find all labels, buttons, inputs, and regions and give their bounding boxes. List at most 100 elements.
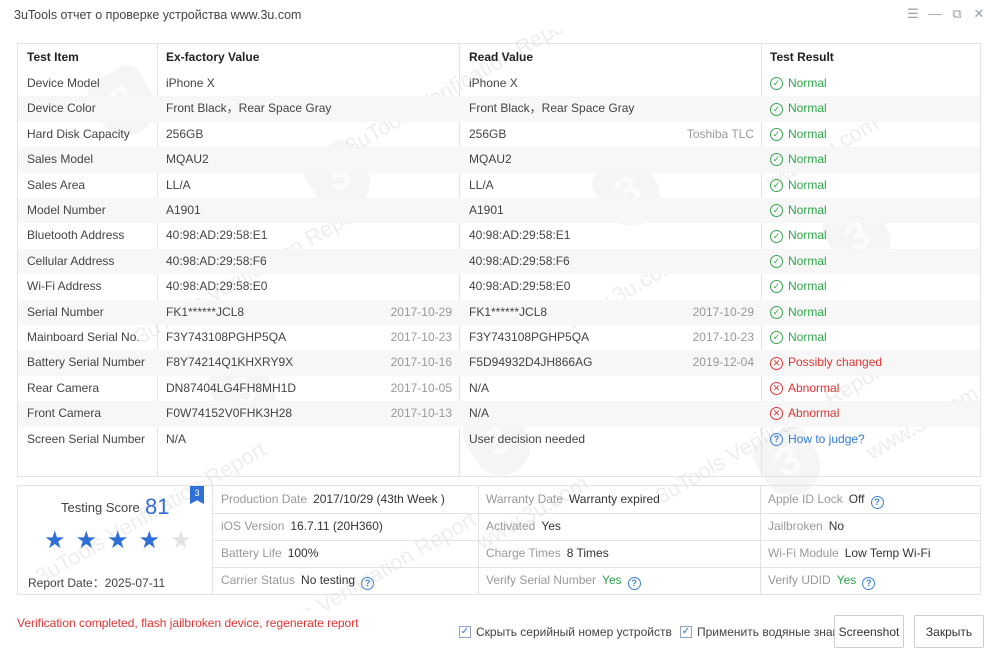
apply-watermark-label: Применить водяные знаки	[697, 625, 845, 639]
help-icon[interactable]: ?	[862, 577, 876, 590]
read-value-extra	[640, 427, 754, 452]
close-button[interactable]: Закрыть	[914, 615, 984, 648]
apply-watermark-checkbox[interactable]: ✓ Применить водяные знаки	[680, 625, 845, 639]
info-field-label: Activated	[486, 519, 536, 533]
test-result-text: Normal	[788, 76, 827, 90]
read-value-extra	[640, 96, 754, 121]
grid-divider	[760, 486, 761, 594]
verification-status-message: Verification completed, flash jailbroken…	[17, 616, 359, 630]
check-circle-icon: ✓	[770, 331, 783, 345]
table-header: Test Item Ex-factory Value Read Value Te…	[18, 44, 980, 71]
read-value: A1901	[469, 203, 504, 217]
info-field-value: 16.7.11 (20H360)	[290, 519, 383, 533]
screenshot-button[interactable]: Screenshot	[834, 615, 904, 648]
info-field-value: Warranty expired	[568, 492, 660, 506]
checkbox-check-icon[interactable]: ✓	[459, 626, 471, 638]
info-field-label: Production Date	[221, 492, 308, 506]
ex-factory-value: F8Y74214Q1KHXRY9X	[166, 355, 294, 370]
test-result: ✓ Normal	[770, 274, 827, 299]
ex-factory-value: Front Black，Rear Space Gray	[166, 101, 332, 116]
ex-factory-value: N/A	[166, 431, 187, 446]
test-result-text: Normal	[788, 253, 827, 268]
test-item-label: Wi-Fi Address	[27, 279, 102, 294]
help-icon[interactable]: ?	[361, 577, 375, 590]
hide-serial-checkbox[interactable]: ✓ Скрыть серийный номер устройств	[459, 625, 672, 639]
info-field-label: iOS Version	[221, 519, 285, 533]
read-value: Front Black，Rear Space Gray	[469, 101, 635, 116]
ex-factory-value: LL/A	[166, 177, 191, 192]
ex-factory-date	[338, 122, 452, 147]
header-read-value: Read Value	[469, 50, 534, 64]
info-field: Verify Serial Number Yes?	[486, 567, 641, 594]
table-row: Front Camera F0W74152V0FHK3H28 2017-10-13 N…	[18, 401, 980, 427]
title-bar: 3uTools отчет о проверке устройства www.…	[0, 0, 999, 30]
table-row: Battery Serial Number F8Y74214Q1KHXRY9X 20…	[18, 350, 980, 376]
testing-score-value: 81	[145, 494, 170, 519]
table-row: Rear Camera DN87404LG4FH8MH1D 2017-10-05 N/…	[18, 376, 980, 401]
ex-factory-value: F3Y743108PGHP5QA	[166, 330, 287, 344]
info-field: Activated Yes	[486, 513, 561, 540]
test-result: ✓ Normal	[770, 223, 827, 248]
bookmark-badge-icon: 3	[190, 486, 204, 504]
test-result: ✓ Normal	[770, 300, 827, 325]
test-result: ✕ Possibly changed	[770, 350, 882, 375]
info-field: Carrier Status No testing?	[221, 567, 375, 594]
help-icon[interactable]: ?	[870, 496, 884, 509]
test-result-text: Possibly changed	[788, 355, 883, 370]
ex-factory-value: FK1******JCL8	[166, 304, 245, 319]
test-result-text: Normal	[788, 203, 827, 217]
info-field-value: Yes	[541, 519, 561, 533]
star-icon: ★	[138, 527, 161, 554]
close-icon[interactable]: ✕	[971, 6, 987, 22]
test-item-label: Device Color	[27, 101, 96, 116]
ex-factory-date	[338, 427, 452, 452]
test-item-label: Front Camera	[27, 406, 102, 421]
grid-divider	[478, 486, 479, 594]
help-icon[interactable]: ?	[627, 577, 641, 590]
read-value-extra: 2017-10-23	[692, 330, 754, 344]
minimize-icon[interactable]: —	[927, 6, 943, 22]
read-value-extra: 2017-10-29	[692, 304, 754, 319]
test-result-text: Normal	[788, 330, 827, 344]
table-row: Mainboard Serial No. F3Y743108PGHP5QA 2017…	[18, 325, 980, 350]
checkbox-check-icon[interactable]: ✓	[680, 626, 692, 638]
info-field: Wi-Fi Module Low Temp Wi-Fi	[768, 540, 930, 567]
ex-factory-value: 256GB	[166, 126, 204, 141]
test-result-text: Normal	[788, 101, 827, 116]
ex-factory-date	[338, 173, 452, 198]
ex-factory-date	[338, 147, 452, 172]
read-value-extra	[640, 401, 754, 426]
check-circle-icon: ✓	[770, 229, 783, 243]
header-test-item: Test Item	[27, 50, 79, 64]
info-field: iOS Version 16.7.11 (20H360)	[221, 513, 383, 540]
read-value-extra	[640, 249, 754, 274]
read-value-extra	[640, 173, 754, 198]
menu-icon[interactable]: ☰	[905, 6, 921, 22]
read-value: N/A	[469, 406, 490, 421]
restore-icon[interactable]: ⧉	[949, 6, 965, 22]
check-circle-icon: ✓	[770, 102, 783, 116]
error-circle-icon: ✕	[770, 356, 783, 370]
test-result[interactable]: ? How to judge?	[770, 427, 865, 452]
test-result-text: Normal	[788, 126, 827, 141]
test-item-label: Serial Number	[27, 304, 104, 319]
table-row: Device Color Front Black，Rear Space Gray F…	[18, 96, 980, 122]
read-value-extra: Toshiba TLC	[686, 126, 754, 141]
info-field-label: Carrier Status	[221, 573, 296, 587]
score-stars: ★ ★ ★ ★ ★	[44, 529, 192, 553]
table-row: Hard Disk Capacity 256GB 256GB Toshiba TLC ✓…	[18, 122, 980, 147]
table-row: Serial Number FK1******JCL8 2017-10-29 FK1*…	[18, 299, 980, 325]
test-result: ✕ Abnormal	[770, 376, 839, 401]
test-result: ✓ Normal	[770, 147, 827, 172]
read-value: User decision needed	[469, 431, 586, 446]
read-value: F3Y743108PGHP5QA	[469, 330, 590, 344]
check-circle-icon: ✓	[770, 254, 783, 268]
read-value: 40:98:AD:29:58:E0	[469, 279, 571, 294]
test-item-label: Sales Model	[27, 152, 94, 167]
info-field-label: Wi-Fi Module	[768, 546, 839, 560]
test-item-label: Device Model	[27, 76, 100, 90]
ex-factory-value: 40:98:AD:29:58:E1	[166, 228, 268, 243]
info-field-value: No testing	[301, 573, 356, 587]
info-field: Apple ID Lock Off?	[768, 486, 884, 513]
test-result-text[interactable]: How to judge?	[788, 427, 865, 452]
